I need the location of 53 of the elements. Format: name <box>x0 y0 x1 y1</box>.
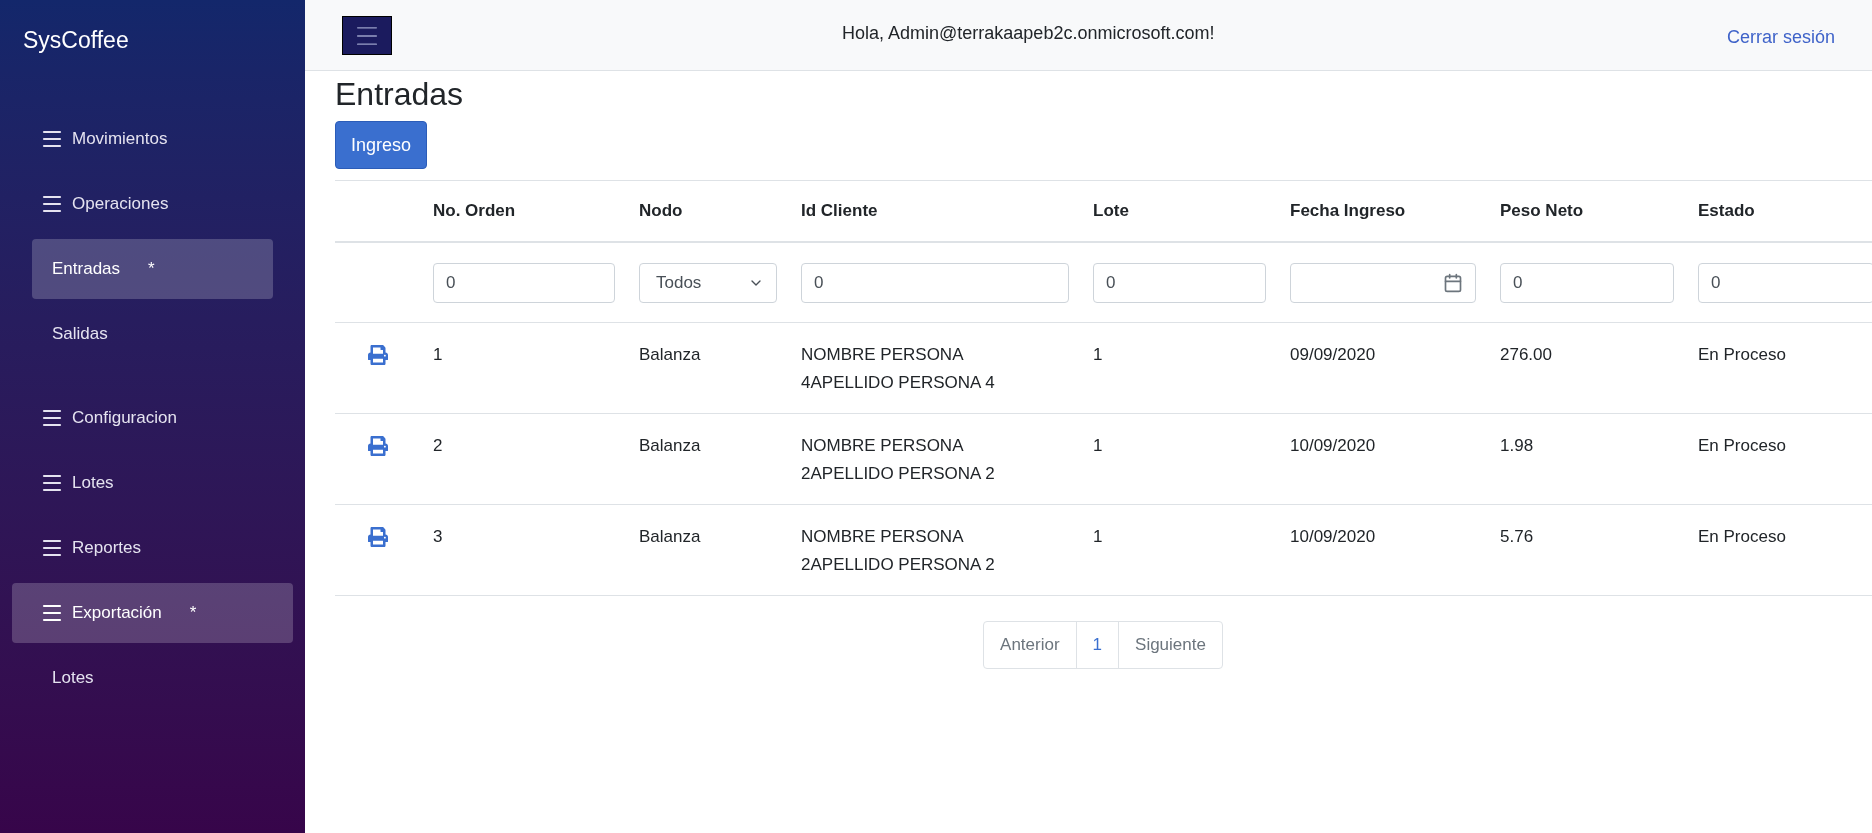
next-page-link[interactable]: Siguiente <box>1119 622 1222 668</box>
filter-field[interactable]: 0 <box>1093 262 1266 303</box>
table-cell-text: 09/09/2020 <box>1290 344 1377 366</box>
page-title: Entradas <box>335 75 465 113</box>
previous-page-link[interactable]: Anterior <box>984 622 1076 668</box>
table-cell-text: 1 <box>433 344 444 366</box>
page-link[interactable]: 1 <box>1075 622 1120 668</box>
select-field[interactable]: Todos <box>639 262 777 303</box>
table-cell-text: 1 <box>1093 435 1104 457</box>
sidebar-item[interactable]: Movimientos <box>12 108 293 169</box>
filter-field[interactable]: 0 <box>1500 262 1674 303</box>
table-cell-text: 3 <box>433 526 444 548</box>
column-header: No. Orden <box>432 200 517 223</box>
column-header: Nodo <box>638 200 684 223</box>
sidebar-item[interactable]: Lotes <box>12 452 293 513</box>
table-cell-text: En Proceso <box>1698 435 1787 457</box>
logout-link[interactable]: Cerrar sesión <box>1726 24 1835 51</box>
table-cell-text: 1.98 <box>1500 435 1535 457</box>
table-cell-text: En Proceso <box>1698 344 1787 366</box>
table-cell-text: 10/09/2020 <box>1290 526 1377 548</box>
table-cell-text: Balanza <box>639 526 702 548</box>
table-cell-text: En Proceso <box>1698 526 1787 548</box>
table-cell-text: Balanza <box>639 344 702 366</box>
table-cell-text: NOMBRE PERSONA 2APELLIDO PERSONA 2 <box>801 526 996 576</box>
filter-field[interactable]: 0 <box>433 262 615 303</box>
column-header: Lote <box>1092 200 1130 223</box>
sidebar-subitem[interactable]: Lotes <box>32 647 273 708</box>
active-marker: * <box>189 601 197 624</box>
column-header: Peso Neto <box>1499 200 1585 223</box>
brand-title[interactable]: SysCoffee <box>0 0 305 104</box>
ingreso-button[interactable]: Ingreso <box>335 121 428 169</box>
sidebar-item[interactable]: Operaciones <box>12 173 293 234</box>
active-marker: * <box>148 257 155 280</box>
sidebar-item[interactable]: Reportes <box>12 517 293 578</box>
table-cell-text: 276.00 <box>1500 344 1553 366</box>
table-cell-text: NOMBRE PERSONA 4APELLIDO PERSONA 4 <box>801 344 996 394</box>
table-cell-text: 10/09/2020 <box>1290 435 1377 457</box>
sidebar-item[interactable]: Configuracion <box>12 387 293 448</box>
table-cell-text: NOMBRE PERSONA 2APELLIDO PERSONA 2 <box>801 435 996 485</box>
column-header: Id Cliente <box>800 200 879 223</box>
greeting-text: Hola, Admin@terrakaapeb2c.onmicrosoft.com! <box>842 22 1215 45</box>
column-header: Fecha Ingreso <box>1289 200 1407 223</box>
table-cell-text: 5.76 <box>1500 526 1535 548</box>
table-cell-text: 1 <box>1093 344 1104 366</box>
table-cell-text: 1 <box>1093 526 1104 548</box>
table-cell-text: 2 <box>433 435 444 457</box>
column-header: Estado <box>1697 200 1756 223</box>
sidebar-subitem[interactable]: Entradas * <box>32 238 273 299</box>
sidebar-item[interactable]: Exportación * <box>12 582 293 643</box>
table-cell-text: Balanza <box>639 435 702 457</box>
filter-field[interactable]: 0 <box>801 262 1069 303</box>
sidebar-subitem[interactable]: Salidas <box>32 303 273 364</box>
filter-field[interactable]: 0 <box>1698 262 1872 303</box>
